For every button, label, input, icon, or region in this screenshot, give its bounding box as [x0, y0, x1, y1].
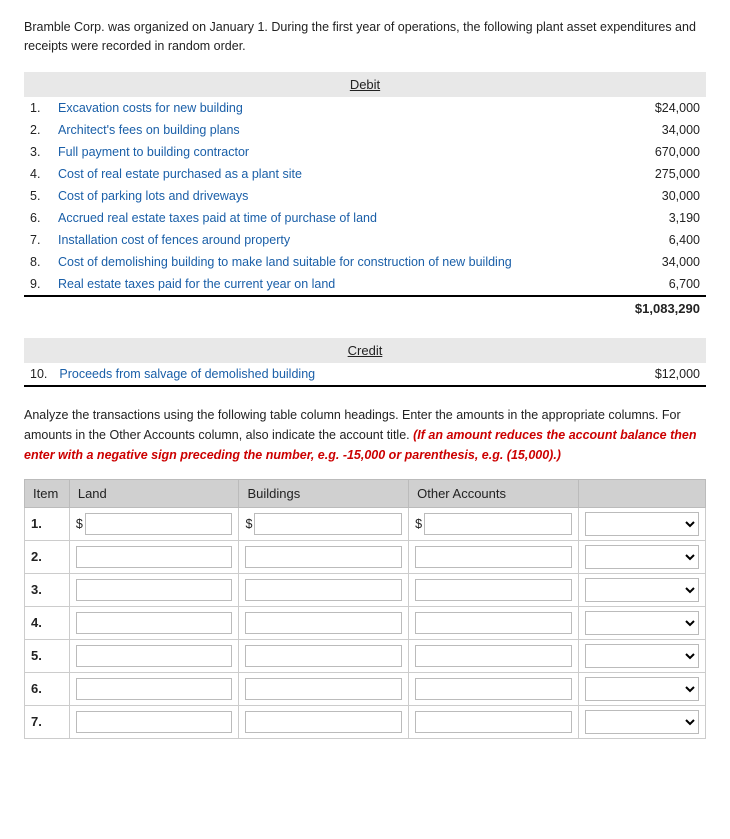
- account-title-cell: [578, 639, 705, 672]
- input-table: Item Land Buildings Other Accounts 1. $ …: [24, 479, 706, 739]
- debit-row: 1. Excavation costs for new building $24…: [24, 97, 706, 119]
- debit-row: 9. Real estate taxes paid for the curren…: [24, 273, 706, 296]
- intro-text: Bramble Corp. was organized on January 1…: [24, 18, 706, 56]
- credit-header: Credit: [24, 338, 706, 363]
- debit-total-row: $1,083,290: [24, 296, 706, 320]
- row-item-num: 2.: [25, 540, 70, 573]
- other-accounts-input[interactable]: [415, 546, 572, 568]
- credit-table: Credit 10. Proceeds from salvage of demo…: [24, 338, 706, 387]
- buildings-input[interactable]: [245, 711, 402, 733]
- other-accounts-input[interactable]: [415, 645, 572, 667]
- buildings-cell: [239, 606, 409, 639]
- other-accounts-cell: [409, 672, 579, 705]
- account-title-cell: [578, 573, 705, 606]
- debit-total: $1,083,290: [616, 296, 706, 320]
- other-accounts-cell: [409, 540, 579, 573]
- input-row: 6.: [25, 672, 706, 705]
- buildings-cell: $: [239, 507, 409, 540]
- credit-row: 10. Proceeds from salvage of demolished …: [24, 363, 706, 386]
- account-title-cell: [578, 540, 705, 573]
- analysis-instructions: Analyze the transactions using the follo…: [24, 405, 706, 465]
- buildings-input[interactable]: [254, 513, 402, 535]
- col-land-header: Land: [69, 479, 239, 507]
- debit-row: 8. Cost of demolishing building to make …: [24, 251, 706, 273]
- debit-row: 4. Cost of real estate purchased as a pl…: [24, 163, 706, 185]
- land-input[interactable]: [76, 645, 233, 667]
- row-item-num: 6.: [25, 672, 70, 705]
- buildings-cell: [239, 705, 409, 738]
- other-accounts-input[interactable]: [415, 579, 572, 601]
- row-item-num: 7.: [25, 705, 70, 738]
- account-title-select[interactable]: [585, 677, 699, 701]
- col-buildings-header: Buildings: [239, 479, 409, 507]
- account-title-select[interactable]: [585, 512, 699, 536]
- land-cell: $: [69, 507, 239, 540]
- account-title-select[interactable]: [585, 545, 699, 569]
- buildings-input[interactable]: [245, 612, 402, 634]
- input-table-header-row: Item Land Buildings Other Accounts: [25, 479, 706, 507]
- land-cell: [69, 573, 239, 606]
- other-accounts-input[interactable]: [415, 612, 572, 634]
- col-item-header: Item: [25, 479, 70, 507]
- land-cell: [69, 540, 239, 573]
- buildings-input[interactable]: [245, 645, 402, 667]
- col-other-header: Other Accounts: [409, 479, 579, 507]
- land-cell: [69, 672, 239, 705]
- other-accounts-cell: [409, 705, 579, 738]
- debit-row: 7. Installation cost of fences around pr…: [24, 229, 706, 251]
- input-row: 3.: [25, 573, 706, 606]
- land-cell: [69, 606, 239, 639]
- debit-row: 2. Architect's fees on building plans 34…: [24, 119, 706, 141]
- input-row: 1. $ $ $: [25, 507, 706, 540]
- land-input[interactable]: [76, 678, 233, 700]
- debit-table: Debit 1. Excavation costs for new buildi…: [24, 72, 706, 320]
- other-accounts-cell: [409, 606, 579, 639]
- account-title-cell: [578, 606, 705, 639]
- land-input[interactable]: [85, 513, 233, 535]
- col-dropdown-header: [578, 479, 705, 507]
- other-accounts-cell: [409, 573, 579, 606]
- other-accounts-input[interactable]: [415, 678, 572, 700]
- input-row: 7.: [25, 705, 706, 738]
- buildings-input[interactable]: [245, 579, 402, 601]
- row-item-num: 5.: [25, 639, 70, 672]
- row-item-num: 3.: [25, 573, 70, 606]
- other-accounts-input[interactable]: [424, 513, 572, 535]
- row-item-num: 4.: [25, 606, 70, 639]
- debit-row: 3. Full payment to building contractor 6…: [24, 141, 706, 163]
- account-title-cell: [578, 705, 705, 738]
- land-input[interactable]: [76, 711, 233, 733]
- land-cell: [69, 705, 239, 738]
- land-input[interactable]: [76, 546, 233, 568]
- buildings-input[interactable]: [245, 546, 402, 568]
- land-input[interactable]: [76, 612, 233, 634]
- other-accounts-cell: $: [409, 507, 579, 540]
- account-title-select[interactable]: [585, 710, 699, 734]
- input-row: 4.: [25, 606, 706, 639]
- debit-row: 6. Accrued real estate taxes paid at tim…: [24, 207, 706, 229]
- land-input[interactable]: [76, 579, 233, 601]
- land-cell: [69, 639, 239, 672]
- other-accounts-input[interactable]: [415, 711, 572, 733]
- buildings-cell: [239, 540, 409, 573]
- credit-spacer-row: [24, 386, 706, 387]
- debit-header: Debit: [24, 72, 706, 97]
- buildings-cell: [239, 573, 409, 606]
- buildings-input[interactable]: [245, 678, 402, 700]
- account-title-select[interactable]: [585, 578, 699, 602]
- account-title-select[interactable]: [585, 644, 699, 668]
- input-row: 5.: [25, 639, 706, 672]
- debit-row: 5. Cost of parking lots and driveways 30…: [24, 185, 706, 207]
- other-accounts-cell: [409, 639, 579, 672]
- account-title-cell: [578, 507, 705, 540]
- buildings-cell: [239, 639, 409, 672]
- account-title-select[interactable]: [585, 611, 699, 635]
- row-item-num: 1.: [25, 507, 70, 540]
- buildings-cell: [239, 672, 409, 705]
- account-title-cell: [578, 672, 705, 705]
- input-row: 2.: [25, 540, 706, 573]
